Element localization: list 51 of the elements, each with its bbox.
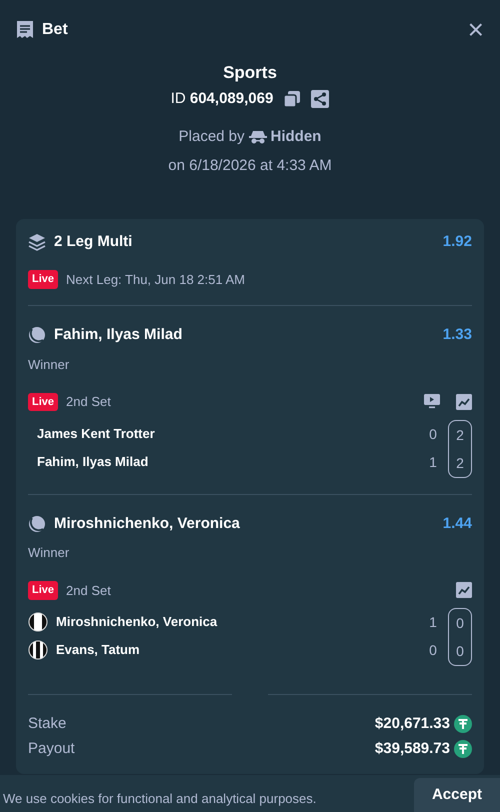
- player-name: Evans, Tatum: [56, 641, 140, 660]
- game-score: 2: [455, 454, 465, 472]
- cookie-notice: We use cookies for functional and analytical purposes.: [3, 790, 316, 808]
- player-name: Miroshnichenko, Veronica: [56, 613, 218, 632]
- chart-icon[interactable]: [456, 582, 472, 598]
- tv-play-icon[interactable]: [424, 394, 440, 409]
- set-score: 0: [428, 641, 438, 660]
- odds: 1.92: [442, 232, 472, 252]
- live-badge: Live: [28, 270, 58, 288]
- game-score: 0: [455, 614, 465, 633]
- placed-by-label: Placed by: [178, 127, 245, 147]
- tether-coin-icon: [454, 715, 472, 734]
- period-text: 2nd Set: [66, 582, 111, 600]
- game-score: 2: [455, 426, 465, 444]
- set-score: 1: [428, 613, 438, 632]
- close-button[interactable]: ×: [468, 16, 484, 44]
- user-name: Hidden: [270, 127, 322, 147]
- game-score: 0: [455, 642, 465, 661]
- selection-name: Fahim, Ilyas Milad: [54, 325, 182, 345]
- market-name: Winner: [28, 544, 70, 562]
- period-text: 2nd Set: [66, 393, 111, 411]
- multi-title: 2 Leg Multi: [54, 232, 132, 252]
- set-score: 0: [428, 424, 438, 444]
- live-badge: Live: [28, 392, 58, 411]
- chart-icon[interactable]: [456, 394, 472, 410]
- placed-date: on 6/18/2026 at 4:33 AM: [168, 156, 332, 176]
- odds: 1.33: [442, 325, 472, 345]
- tether-coin-icon: [454, 740, 472, 758]
- next-leg-text: Next Leg: Thu, Jun 18 2:51 AM: [66, 270, 246, 289]
- selection-name: Miroshnichenko, Veronica: [54, 514, 240, 534]
- set-score: 1: [428, 452, 438, 472]
- tennis-ball-icon: [28, 326, 46, 344]
- bet-id: ID 604,089,069: [170, 88, 274, 108]
- amount: $20,671.33: [374, 714, 450, 734]
- player-name: Fahim, Ilyas Milad: [37, 452, 148, 471]
- total-label: Payout: [28, 738, 75, 758]
- bet-category: Sports: [223, 62, 277, 84]
- live-badge: Live: [28, 581, 58, 600]
- amount: $39,589.73: [374, 738, 450, 758]
- window-title: Bet: [42, 20, 68, 40]
- accept-button[interactable]: Accept: [414, 778, 500, 812]
- layers-icon: [28, 233, 46, 252]
- copy-icon[interactable]: [283, 90, 302, 108]
- receipt-icon: [16, 20, 34, 40]
- incognito-icon: [248, 130, 267, 144]
- tennis-ball-icon: [28, 514, 46, 533]
- player-name: James Kent Trotter: [37, 424, 155, 443]
- share-icon[interactable]: [311, 90, 330, 108]
- market-name: Winner: [28, 356, 70, 374]
- total-label: Stake: [28, 714, 66, 734]
- odds: 1.44: [442, 514, 472, 534]
